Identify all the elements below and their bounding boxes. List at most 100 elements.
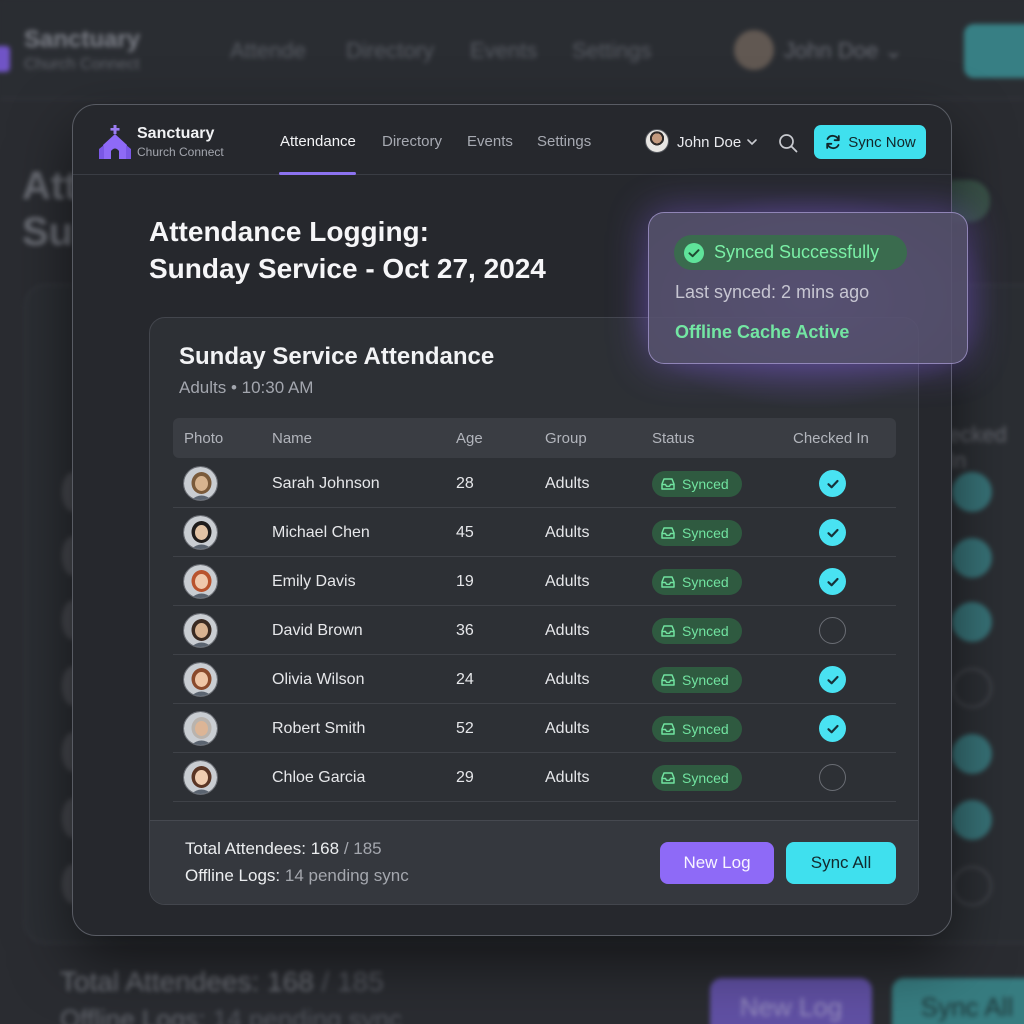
member-name: David Brown <box>272 622 363 639</box>
member-age: 29 <box>456 769 474 786</box>
member-photo <box>183 613 218 648</box>
background-brand: Sanctuary <box>24 26 141 53</box>
sync-now-button[interactable]: Sync Now <box>814 125 926 159</box>
background-checked-in-header: ecked In <box>948 422 1007 473</box>
card-footer: Total Attendees: 168 / 185 Offline Logs:… <box>150 820 918 904</box>
background-username: John Doe ⌄ <box>784 38 903 63</box>
member-photo <box>183 564 218 599</box>
checked-in-toggle[interactable] <box>819 568 846 595</box>
column-name: Name <box>272 430 313 447</box>
background-logo-icon <box>0 46 10 72</box>
table-row[interactable]: David Brown 36 Adults Synced <box>173 606 896 655</box>
column-photo: Photo <box>184 430 224 447</box>
member-age: 36 <box>456 622 474 639</box>
checked-in-toggle[interactable] <box>819 470 846 497</box>
user-avatar[interactable] <box>645 129 669 153</box>
member-name: Michael Chen <box>272 524 370 541</box>
table-row[interactable]: Emily Davis 19 Adults Synced <box>173 557 896 606</box>
brand-name: Sanctuary <box>137 125 215 142</box>
member-group: Adults <box>545 475 590 492</box>
background-nav-directory: Directory <box>346 38 435 63</box>
background-check <box>952 800 992 840</box>
status-label: Synced <box>682 672 729 688</box>
background-check <box>952 472 992 512</box>
inbox-sync-icon <box>661 478 675 490</box>
chevron-down-icon[interactable] <box>745 135 759 149</box>
member-name: Sarah Johnson <box>272 475 380 492</box>
nav-settings[interactable]: Settings <box>537 133 591 150</box>
status-label: Synced <box>682 623 729 639</box>
checked-in-toggle[interactable] <box>819 666 846 693</box>
background-brand-sub: Church Connect <box>24 56 140 73</box>
sync-now-label: Sync Now <box>848 133 916 151</box>
table-row[interactable]: Olivia Wilson 24 Adults Synced <box>173 655 896 704</box>
column-age: Age <box>456 430 483 447</box>
table-row[interactable]: Chloe Garcia 29 Adults Synced <box>173 753 896 802</box>
member-group: Adults <box>545 769 590 786</box>
member-name: Robert Smith <box>272 720 366 737</box>
card-subtitle: Adults • 10:30 AM <box>179 378 314 397</box>
sync-status-toast: Synced Successfully Last synced: 2 mins … <box>648 212 968 364</box>
member-age: 52 <box>456 720 474 737</box>
sync-status-text: Synced Successfully <box>714 242 880 262</box>
last-synced-text: Last synced: 2 mins ago <box>675 282 870 302</box>
member-name: Olivia Wilson <box>272 671 365 688</box>
member-photo <box>183 711 218 746</box>
new-log-button[interactable]: New Log <box>660 842 774 884</box>
avatar-image <box>184 761 217 794</box>
inbox-sync-icon <box>661 625 675 637</box>
background-check <box>952 668 992 708</box>
nav-attendance[interactable]: Attendance <box>280 133 356 150</box>
search-icon[interactable] <box>777 132 799 154</box>
background-avatar <box>734 30 774 70</box>
inbox-sync-icon <box>661 527 675 539</box>
card-title: Sunday Service Attendance <box>179 343 495 370</box>
status-label: Synced <box>682 721 729 737</box>
inbox-sync-icon <box>661 723 675 735</box>
background-check <box>952 538 992 578</box>
church-logo-icon <box>99 125 131 159</box>
offline-cache-status: Offline Cache Active <box>675 322 850 342</box>
brand-subtitle: Church Connect <box>137 145 224 159</box>
user-menu[interactable]: John Doe <box>677 134 741 151</box>
table-row[interactable]: Sarah Johnson 28 Adults Synced <box>173 459 896 508</box>
status-badge: Synced <box>652 471 742 497</box>
background-nav-settings: Settings <box>572 38 652 63</box>
checkmark-icon <box>826 479 839 488</box>
checked-in-toggle[interactable] <box>819 519 846 546</box>
checked-in-toggle[interactable] <box>819 715 846 742</box>
column-group: Group <box>545 430 587 447</box>
background-heading-1: Att <box>22 164 78 208</box>
member-name: Chloe Garcia <box>272 769 366 786</box>
member-group: Adults <box>545 524 590 541</box>
member-age: 19 <box>456 573 474 590</box>
sync-success-pill: Synced Successfully <box>674 235 907 270</box>
table-row[interactable]: Robert Smith 52 Adults Synced <box>173 704 896 753</box>
status-badge: Synced <box>652 765 742 791</box>
checked-in-toggle[interactable] <box>819 617 846 644</box>
table-row[interactable]: Michael Chen 45 Adults Synced <box>173 508 896 557</box>
background-sync-all-button: Sync All <box>892 978 1024 1024</box>
status-badge: Synced <box>652 569 742 595</box>
sync-icon <box>826 134 840 150</box>
status-label: Synced <box>682 770 729 786</box>
member-group: Adults <box>545 573 590 590</box>
status-label: Synced <box>682 476 729 492</box>
avatar-image <box>184 614 217 647</box>
nav-events[interactable]: Events <box>467 133 513 150</box>
member-photo <box>183 515 218 550</box>
checked-in-toggle[interactable] <box>819 764 846 791</box>
avatar-image <box>184 467 217 500</box>
nav-directory[interactable]: Directory <box>382 133 442 150</box>
checkmark-icon <box>826 577 839 586</box>
table-header: Photo Name Age Group Status Checked In <box>173 418 896 458</box>
checkmark-icon <box>826 528 839 537</box>
background-total: Total Attendees: 168 / 185 <box>60 966 384 997</box>
checkmark-icon <box>826 724 839 733</box>
background-check <box>952 866 992 906</box>
sync-all-button[interactable]: Sync All <box>786 842 896 884</box>
background-heading-2: Su <box>22 210 74 254</box>
inbox-sync-icon <box>661 674 675 686</box>
background-offline: Offline Logs: 14 pending sync <box>60 1004 403 1024</box>
member-photo <box>183 662 218 697</box>
